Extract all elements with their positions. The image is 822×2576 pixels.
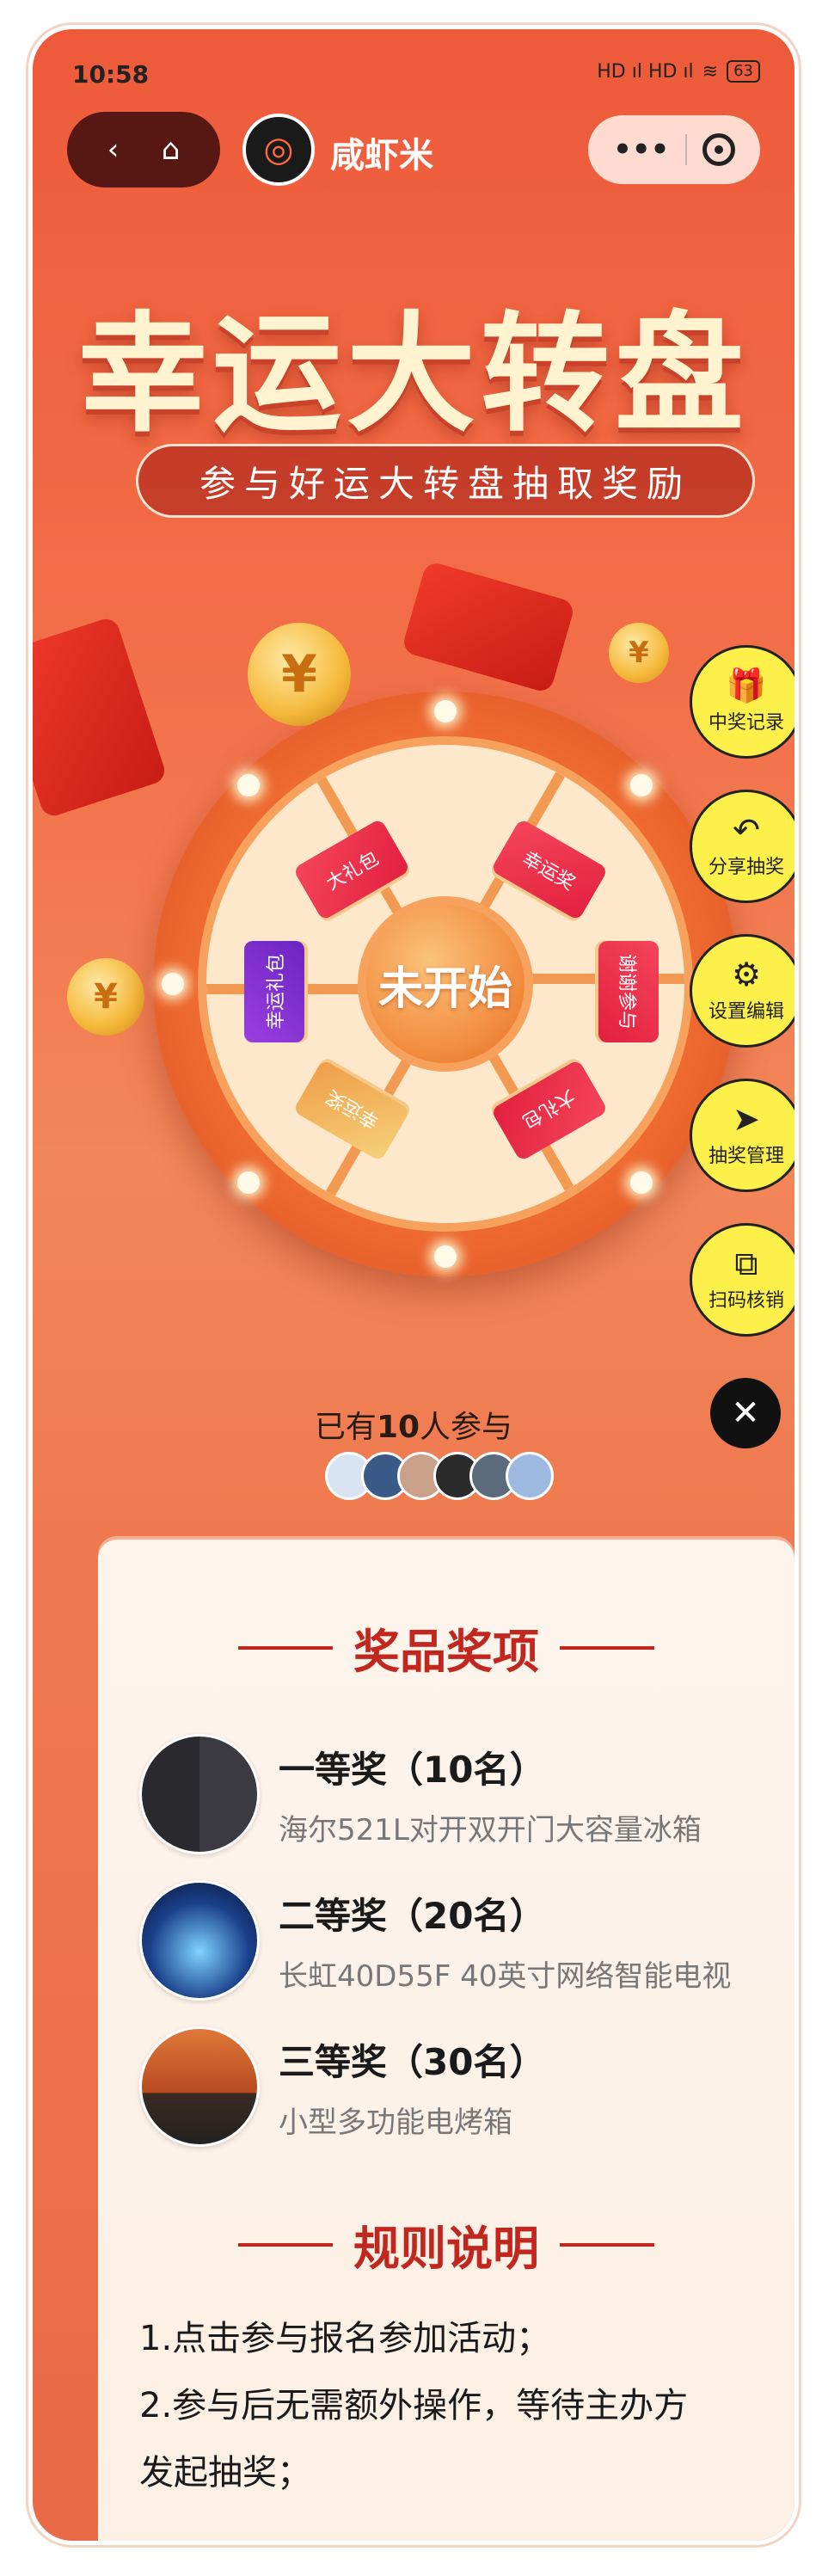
prize-desc: 海尔521L对开双开门大容量冰箱 [279, 1813, 702, 1847]
wheel-face: 幸运奖 谢谢参与 大礼包 幸运奖 幸运礼包 大礼包 未开始 [198, 736, 693, 1232]
info-panel: 奖品奖项 一等奖（10名） 海尔521L对开双开门大容量冰箱 二等奖（20名） … [98, 1540, 794, 2541]
wheel-segment-prize: 幸运奖 [490, 818, 609, 921]
prize-desc: 小型多功能电烤箱 [279, 2106, 512, 2140]
wheel-bulb [162, 973, 184, 995]
prize-item: 三等奖（30名） 小型多功能电烤箱 [139, 2026, 758, 2147]
rule-line: 1.点击参与报名参加活动； [139, 2319, 551, 2358]
wheel-bulb [434, 1245, 457, 1268]
app-screen: 10:58 HD ıl HD ıl ≋ 63 ‹ ⌂ ◎ 咸虾米 ••• 幸运大… [33, 29, 794, 2541]
prize-item: 二等奖（20名） 长虹40D55F 40英寸网络智能电视 [139, 1880, 758, 2001]
gear-icon: ⚙ [731, 956, 762, 993]
prize-name: 二等奖（20名） [279, 1895, 546, 1937]
participant-number: 10 [376, 1410, 420, 1445]
more-button[interactable]: ••• [613, 132, 669, 167]
lottery-manage-button[interactable]: ➤ 抽奖管理 [690, 1079, 794, 1192]
prizes-heading: 奖品奖项 [98, 1614, 794, 1681]
wheel-segment-prize: 谢谢参与 [598, 941, 659, 1042]
lucky-wheel: 幸运奖 谢谢参与 大礼包 幸运奖 幸运礼包 大礼包 未开始 [153, 692, 738, 1276]
close-miniapp-icon[interactable] [702, 133, 735, 166]
avatar [506, 1452, 554, 1500]
share-icon: ↶ [733, 811, 760, 849]
fridge-image [139, 1734, 260, 1854]
heading-line [238, 2242, 333, 2247]
wheel-segment-prize: 幸运礼包 [244, 941, 304, 1042]
coin-decoration: ¥ [67, 958, 144, 1036]
back-icon[interactable]: ‹ [107, 132, 120, 167]
prize-name: 一等奖（10名） [279, 1749, 546, 1791]
coin-decoration: ¥ [609, 623, 669, 683]
start-spin-button[interactable]: 未开始 [358, 896, 533, 1072]
page-title: 幸运大转盘 [77, 300, 749, 450]
oven-image [139, 2026, 260, 2147]
side-button-label: 中奖记录 [708, 712, 784, 734]
send-icon: ➤ [733, 1100, 760, 1138]
wheel-bulb [237, 1171, 260, 1194]
side-action-bar: 🎁 中奖记录 ↶ 分享抽奖 ⚙ 设置编辑 ➤ 抽奖管理 ⧉ 扫码核销 [690, 645, 794, 1337]
heading-line [560, 1645, 654, 1650]
status-icons: HD ıl HD ıl ≋ 63 [597, 60, 760, 83]
wheel-bulb [630, 774, 653, 796]
wheel-bulb [434, 700, 457, 722]
rule-line: 2.参与后无需额外操作，等待主办方 [139, 2386, 689, 2425]
prize-desc: 长虹40D55F 40英寸网络智能电视 [279, 1959, 732, 1994]
gift-icon: 🎁 [726, 667, 767, 704]
red-packet-decoration [401, 560, 576, 694]
brand-name: 咸虾米 [330, 136, 433, 175]
status-bar: 10:58 HD ıl HD ıl ≋ 63 [33, 29, 794, 98]
participant-prefix: 已有 [314, 1410, 377, 1445]
participant-count: 已有10人参与 [33, 1402, 794, 1447]
capsule-divider [684, 134, 687, 165]
heading-line [238, 1645, 333, 1650]
prize-item: 一等奖（10名） 海尔521L对开双开门大容量冰箱 [139, 1734, 758, 1854]
participant-avatars [325, 1452, 554, 1500]
rules-heading-text: 规则说明 [353, 2222, 539, 2276]
mini-program-capsule: ••• [588, 115, 760, 184]
share-lottery-button[interactable]: ↶ 分享抽奖 [690, 790, 794, 903]
scan-verify-button[interactable]: ⧉ 扫码核销 [690, 1223, 794, 1337]
settings-edit-button[interactable]: ⚙ 设置编辑 [690, 934, 794, 1048]
shrimp-icon: ◎ [263, 130, 294, 169]
rules-text: 1.点击参与报名参加活动； 2.参与后无需额外操作，等待主办方 发起抽奖； [139, 2305, 758, 2506]
rule-line: 发起抽奖； [139, 2453, 311, 2493]
brand-logo: ◎ [242, 114, 315, 186]
side-button-label: 设置编辑 [708, 1001, 784, 1023]
heading-line [560, 2242, 654, 2247]
red-packet-decoration [33, 615, 169, 820]
page-subtitle: 参与好运大转盘抽取奖励 [136, 444, 755, 518]
battery-icon: 63 [727, 60, 760, 83]
status-time: 10:58 [72, 60, 150, 89]
side-button-label: 分享抽奖 [708, 857, 784, 878]
scan-icon: ⧉ [734, 1245, 758, 1282]
prizes-heading-text: 奖品奖项 [353, 1625, 539, 1679]
home-icon[interactable]: ⌂ [162, 132, 181, 167]
signal-icon: HD ıl HD ıl [597, 60, 694, 83]
side-button-label: 扫码核销 [708, 1290, 784, 1312]
nav-pill: ‹ ⌂ [67, 112, 220, 188]
win-records-button[interactable]: 🎁 中奖记录 [690, 645, 794, 759]
side-button-label: 抽奖管理 [708, 1146, 784, 1167]
wheel-bulb [630, 1171, 653, 1194]
participant-suffix: 人参与 [420, 1410, 513, 1445]
wifi-icon: ≋ [702, 60, 719, 83]
prize-name: 三等奖（30名） [279, 2041, 546, 2083]
tv-image [139, 1880, 260, 2001]
rules-heading: 规则说明 [98, 2210, 794, 2278]
wheel-bulb [237, 774, 260, 796]
